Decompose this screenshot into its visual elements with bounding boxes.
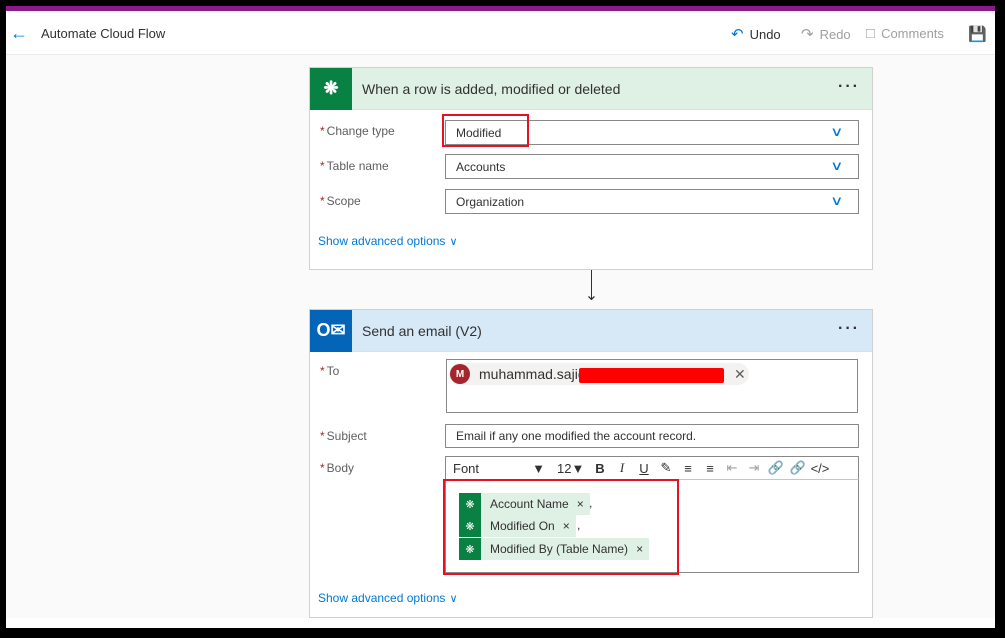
- caret-down-icon: ▼: [532, 460, 545, 476]
- redo-button[interactable]: ↷ Redo: [801, 25, 851, 43]
- flow-title: Automate Cloud Flow: [41, 26, 166, 41]
- comment-icon: □: [866, 25, 876, 42]
- save-icon[interactable]: 💾: [968, 25, 987, 43]
- change-type-label: * Change type: [320, 124, 395, 138]
- code-view-icon[interactable]: </>: [809, 461, 831, 476]
- increase-indent-icon[interactable]: ⇥: [743, 460, 765, 476]
- more-options-icon[interactable]: ···: [838, 78, 860, 96]
- back-arrow-icon[interactable]: ←: [10, 23, 28, 44]
- subject-input[interactable]: Email if any one modified the account re…: [445, 424, 859, 448]
- subject-label: * Subject: [320, 429, 367, 443]
- to-label: * To: [320, 364, 340, 378]
- show-advanced-options-link[interactable]: Show advanced options ∨: [318, 234, 458, 248]
- trigger-title: When a row is added, modified or deleted: [362, 80, 621, 97]
- show-advanced-options-link[interactable]: Show advanced options ∨: [318, 591, 458, 605]
- scope-dropdown[interactable]: Organization ∨: [445, 189, 859, 214]
- font-size-select[interactable]: 12▼: [557, 461, 589, 476]
- recipient-text: muhammad.sajid: [479, 366, 586, 382]
- send-email-card-header[interactable]: O✉ Send an email (V2) ···: [310, 309, 872, 352]
- decrease-indent-icon[interactable]: ⇤: [721, 460, 743, 476]
- italic-icon[interactable]: I: [611, 460, 633, 476]
- unlink-icon[interactable]: 🔗: [787, 460, 809, 476]
- numbered-list-icon[interactable]: ≡: [699, 461, 721, 476]
- outlook-icon: O✉: [310, 309, 352, 352]
- highlight-box: [442, 114, 529, 147]
- caret-down-icon: ▼: [571, 460, 585, 476]
- chevron-down-icon: ∨: [449, 593, 458, 605]
- chevron-down-icon: ∨: [830, 158, 844, 173]
- redaction-bar: [579, 368, 724, 383]
- scope-label: * Scope: [320, 194, 361, 208]
- avatar: M: [450, 364, 470, 384]
- rich-text-toolbar: Font ▼ 12▼ B I U ✎ ≡ ≡ ⇤ ⇥ 🔗 🔗 </>: [445, 456, 859, 480]
- undo-icon: ↶: [731, 26, 744, 43]
- bold-icon[interactable]: B: [589, 461, 611, 476]
- trigger-card: ❋ When a row is added, modified or delet…: [309, 67, 873, 270]
- table-name-dropdown[interactable]: Accounts ∨: [445, 154, 859, 179]
- email-title: Send an email (V2): [362, 322, 482, 339]
- underline-icon[interactable]: U: [633, 461, 655, 476]
- font-select[interactable]: Font ▼: [453, 461, 545, 476]
- table-name-label: * Table name: [320, 159, 389, 173]
- body-label: * Body: [320, 461, 355, 475]
- top-bar: ← Automate Cloud Flow ↶ Undo ↷ Redo □ Co…: [6, 11, 995, 55]
- redo-icon: ↷: [801, 26, 814, 43]
- chevron-down-icon: ∨: [449, 236, 458, 248]
- chevron-down-icon: ∨: [830, 193, 844, 208]
- remove-icon[interactable]: ✕: [734, 366, 746, 383]
- undo-button[interactable]: ↶ Undo: [731, 25, 781, 43]
- arrow-down-icon: ⌄: [584, 287, 599, 304]
- highlight-pen-icon[interactable]: ✎: [655, 460, 677, 476]
- link-icon[interactable]: 🔗: [765, 460, 787, 476]
- more-options-icon[interactable]: ···: [838, 320, 860, 338]
- chevron-down-icon: ∨: [830, 124, 844, 139]
- highlight-box: [443, 479, 679, 575]
- bullet-list-icon[interactable]: ≡: [677, 461, 699, 476]
- to-field[interactable]: M muhammad.sajid ✕: [446, 359, 858, 413]
- trigger-card-header[interactable]: ❋ When a row is added, modified or delet…: [310, 67, 872, 110]
- dataverse-icon: ❋: [310, 67, 352, 110]
- recipient-chip[interactable]: M muhammad.sajid ✕: [449, 363, 749, 385]
- comments-button[interactable]: □ Comments: [866, 25, 944, 42]
